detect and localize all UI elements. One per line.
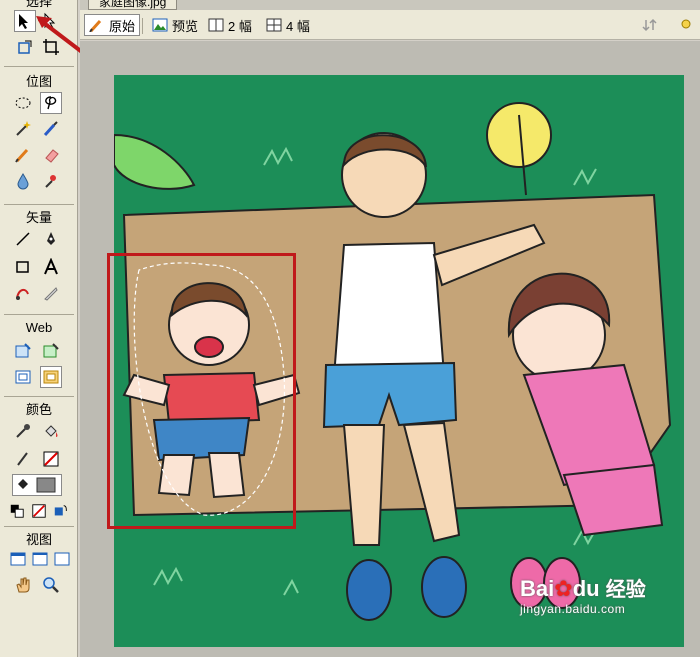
swap-colors-button[interactable] — [52, 500, 70, 522]
watermark-brand: 经验 — [605, 579, 646, 601]
view-preview-label: 预览 — [172, 18, 199, 34]
full-screen-button[interactable] — [52, 548, 72, 570]
blur-tool[interactable] — [12, 170, 34, 192]
fill-bucket-swatch-icon — [18, 477, 56, 493]
watermark-logo: Bai✿du 经验 — [520, 577, 670, 602]
hide-slices-button[interactable] — [12, 366, 34, 388]
watermark-url: jingyan.baidu.com — [520, 602, 626, 616]
full-screen-menus-button[interactable] — [30, 548, 50, 570]
knife-icon — [44, 287, 58, 301]
no-stroke-fill-button[interactable] — [30, 500, 48, 522]
sort-arrows-icon — [642, 18, 657, 32]
hand-icon — [16, 577, 30, 593]
slice-icon — [43, 343, 59, 358]
marquee-tool[interactable] — [12, 92, 34, 114]
view-2up-label: 2 幅 — [228, 18, 252, 34]
pen-icon — [47, 232, 55, 245]
screen-mode-full-icon — [54, 552, 70, 566]
eraser-tool[interactable] — [40, 144, 62, 166]
watermark: Bai✿du 经验 jingyan.baidu.com — [520, 577, 670, 623]
standard-screen-mode-button[interactable] — [8, 548, 28, 570]
view-4up-button[interactable]: 4 幅 — [262, 14, 314, 36]
rubber-stamp-tool[interactable] — [40, 170, 62, 192]
hand-tool[interactable] — [12, 574, 34, 596]
screen-mode-menus-icon — [32, 552, 48, 566]
four-up-icon — [266, 18, 282, 32]
zoom-tool[interactable] — [40, 574, 62, 596]
view-original-label: 原始 — [109, 18, 136, 34]
screen-mode-standard-icon — [10, 552, 26, 566]
view-original-button[interactable]: 原始 — [84, 14, 141, 36]
swap-colors-icon — [54, 505, 67, 516]
highlight-frame — [107, 253, 296, 529]
view-2up-button[interactable]: 2 幅 — [204, 14, 256, 36]
annotation-arrow — [36, 16, 84, 54]
magic-wand-tool[interactable] — [12, 118, 34, 140]
tools-panel: 选择 位图 矢量 Web 颜色 视图 — [0, 0, 78, 657]
view-section-title: 视图 — [25, 532, 52, 547]
lasso-icon — [45, 96, 57, 110]
eraser-icon — [45, 149, 59, 163]
hotspot-tool[interactable] — [12, 340, 34, 362]
magic-wand-icon — [16, 121, 31, 136]
freeform-icon — [16, 288, 29, 300]
stamp-icon — [45, 175, 56, 188]
stroke-color-button[interactable] — [12, 448, 34, 470]
hide-slices-icon — [15, 370, 31, 384]
freeform-tool[interactable] — [12, 282, 34, 304]
view-4up-label: 4 幅 — [286, 18, 310, 34]
ellipse-marquee-icon — [15, 97, 31, 109]
lightbulb-icon — [681, 19, 691, 29]
lasso-tool[interactable] — [40, 92, 62, 114]
two-up-icon — [208, 18, 224, 32]
paint-bucket-icon — [45, 425, 58, 437]
paint-bucket-tool[interactable] — [40, 420, 62, 442]
brush-icon — [43, 121, 58, 137]
drop-icon — [17, 173, 29, 190]
toolbar-download-button[interactable] — [638, 14, 662, 36]
fill-color-button[interactable] — [12, 474, 62, 496]
line-tool[interactable] — [12, 228, 34, 250]
pencil-icon — [89, 19, 102, 32]
document-tab-strip: 家庭图像.jpg — [80, 0, 700, 10]
rectangle-icon — [16, 261, 29, 273]
eyedropper-icon — [16, 424, 30, 438]
image-preview-icon — [152, 18, 168, 32]
show-slices-icon — [43, 370, 59, 384]
watermark-logo-text: Bai — [520, 576, 555, 601]
watermark-logo-suffix: du — [572, 576, 600, 601]
toolbar-extra-button[interactable] — [674, 14, 698, 36]
web-section-title: Web — [25, 320, 53, 335]
bitmap-section-title: 位图 — [25, 74, 52, 89]
pencil-icon — [15, 148, 29, 163]
stroke-pencil-icon — [17, 452, 28, 466]
knife-tool[interactable] — [40, 282, 62, 304]
brush-tool[interactable] — [40, 118, 62, 140]
show-slices-button[interactable] — [40, 366, 62, 388]
document-view-toolbar: 原始 预览 2 幅 4 幅 — [80, 10, 700, 40]
default-colors-button[interactable] — [8, 500, 26, 522]
default-colors-icon — [10, 504, 24, 518]
line-icon — [16, 232, 30, 246]
eyedropper-tool[interactable] — [12, 420, 34, 442]
text-icon — [44, 258, 58, 275]
no-color-icon — [32, 504, 46, 518]
slice-tool[interactable] — [40, 340, 62, 362]
view-preview-button[interactable]: 预览 — [148, 14, 202, 36]
stroke-swatch[interactable] — [40, 448, 62, 470]
paw-icon: ✿ — [554, 576, 573, 601]
pencil-tool[interactable] — [12, 144, 34, 166]
rectangle-tool[interactable] — [12, 256, 34, 278]
no-color-swatch-icon — [43, 451, 59, 467]
document-tab[interactable]: 家庭图像.jpg — [88, 0, 178, 10]
colors-section-title: 颜色 — [25, 402, 52, 417]
text-tool[interactable] — [40, 256, 62, 278]
hotspot-icon — [15, 343, 31, 358]
pen-tool[interactable] — [40, 228, 62, 250]
magnifier-icon — [43, 577, 59, 593]
vector-section-title: 矢量 — [25, 210, 52, 225]
